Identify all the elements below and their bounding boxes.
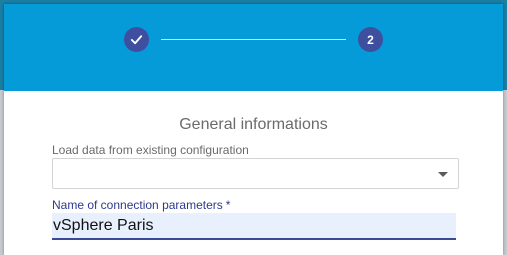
wizard-dialog: 2 General informations Load data from ex… [4,4,503,255]
step-connector [161,39,346,40]
connection-name-input[interactable] [52,213,456,240]
connection-name-label-text: Name of connection parameters [52,198,223,212]
stepper-header: 2 [4,4,503,91]
dropdown-arrow-icon[interactable] [438,172,448,177]
step-2-current[interactable]: 2 [358,27,383,52]
connection-name-label: Name of connection parameters * [52,198,230,212]
check-icon [130,35,143,45]
step-1-completed[interactable] [124,27,149,52]
form-title: General informations [179,116,328,133]
required-asterisk: * [225,198,231,212]
load-config-select[interactable] [52,158,459,189]
load-config-label: Load data from existing configuration [52,143,249,157]
